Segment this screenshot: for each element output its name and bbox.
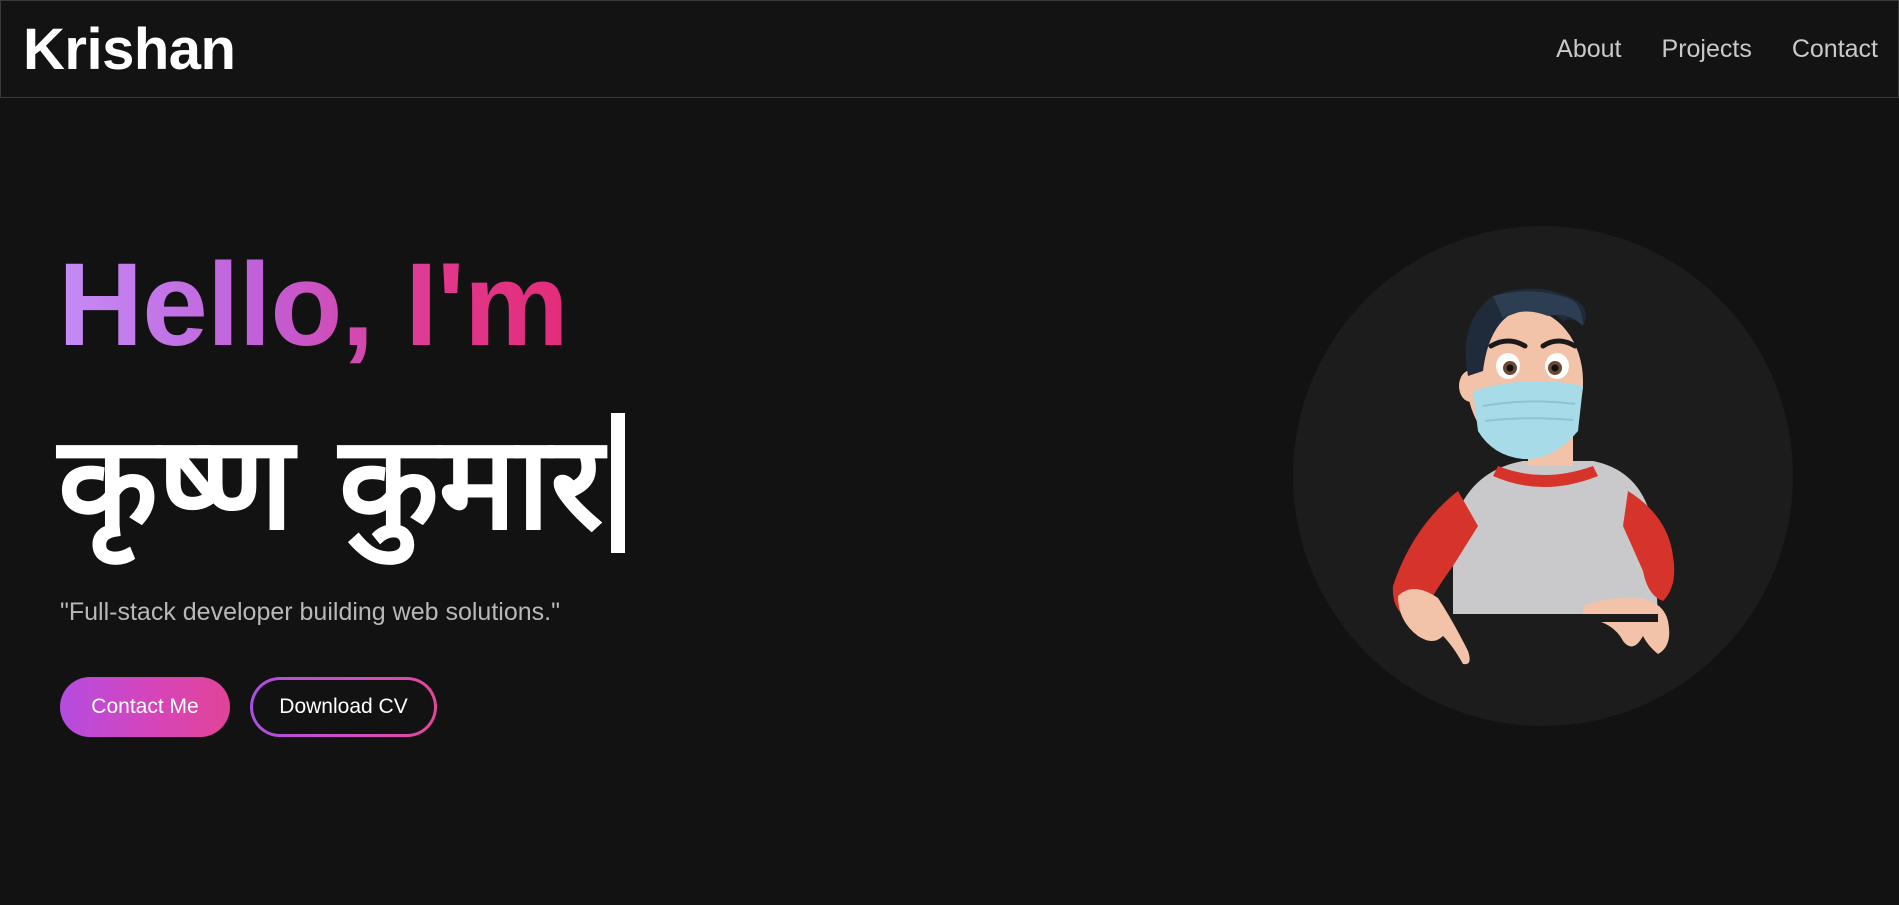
top-navbar: Krishan About Projects Contact — [0, 0, 1899, 98]
avatar-circle — [1293, 226, 1793, 726]
nav-link-projects[interactable]: Projects — [1662, 35, 1752, 64]
hero-section: Hello, I'm कृष्ण कुमार "Full-stack devel… — [0, 98, 1899, 905]
hero-name: कृष्ण कुमार — [58, 407, 604, 559]
nav-link-about[interactable]: About — [1556, 35, 1621, 64]
download-cv-button[interactable]: Download CV — [250, 677, 437, 737]
hero-greeting: Hello, I'm — [58, 239, 569, 371]
typing-cursor — [611, 413, 626, 553]
hero-buttons: Contact Me Download CV — [60, 677, 437, 737]
nav-link-contact[interactable]: Contact — [1792, 35, 1878, 64]
nav-links: About Projects Contact — [1556, 35, 1878, 64]
brand-logo[interactable]: Krishan — [23, 16, 236, 83]
cartoon-developer-avatar-icon — [1392, 288, 1675, 665]
contact-me-button[interactable]: Contact Me — [60, 677, 230, 737]
download-cv-label: Download CV — [253, 680, 434, 734]
hero-name-line: कृष्ण कुमार — [58, 398, 626, 568]
hero-tagline: "Full-stack developer building web solut… — [60, 598, 560, 626]
